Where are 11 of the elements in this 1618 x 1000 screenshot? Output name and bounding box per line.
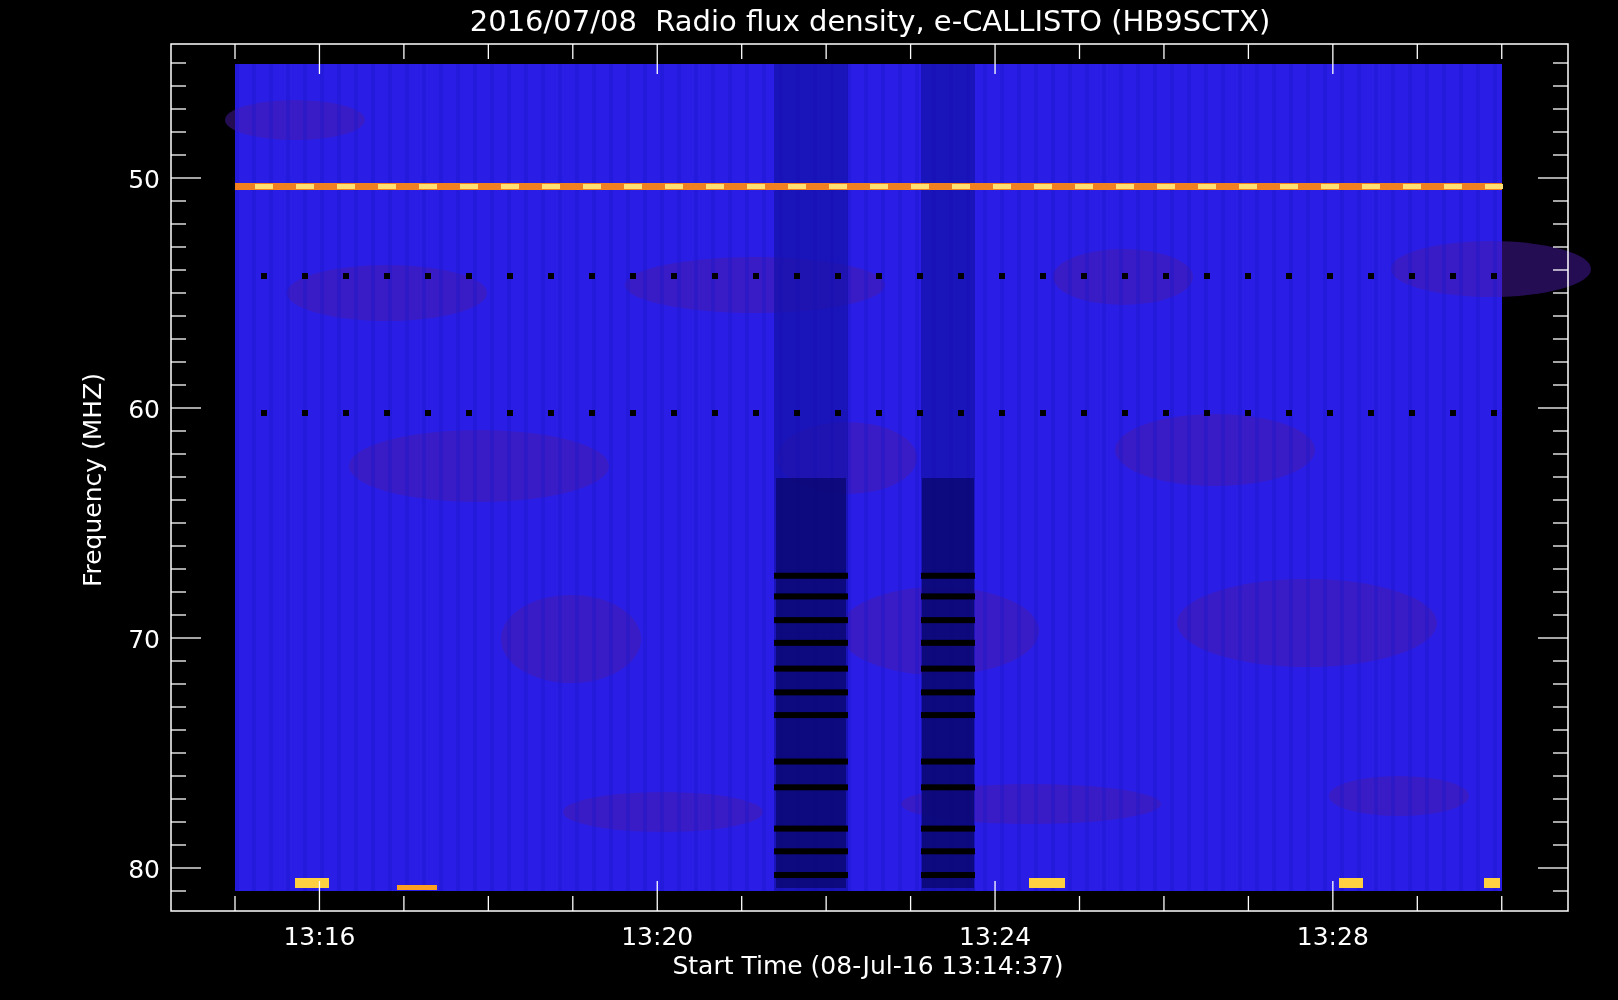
y-tick-label: 50	[128, 165, 160, 194]
y-tick-label: 70	[128, 625, 160, 654]
x-tick-label: 13:28	[1296, 922, 1369, 951]
y-tick-label: 80	[128, 855, 160, 884]
chart-title: 2016/07/08 Radio flux density, e-CALLISTO (HB9SCTX)	[469, 4, 1271, 38]
y-axis-label: Frequency (MHZ)	[78, 372, 107, 588]
x-tick-label: 13:20	[621, 922, 694, 951]
y-tick-label: 60	[128, 395, 160, 424]
x-tick-label: 13:16	[283, 922, 356, 951]
x-axis-label: Start Time (08-Jul-16 13:14:37)	[672, 951, 1064, 980]
x-tick-label: 13:24	[959, 922, 1032, 951]
